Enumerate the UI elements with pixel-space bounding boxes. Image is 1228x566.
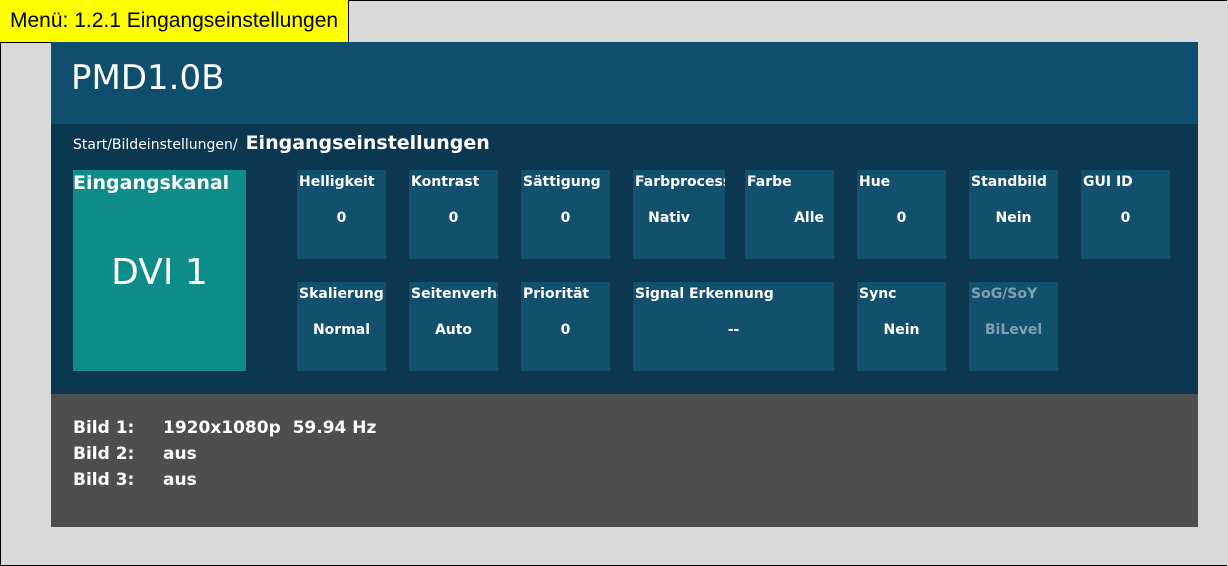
- tile-kontrast[interactable]: Kontrast 0: [409, 170, 498, 259]
- tile-farbe[interactable]: Farbe Alle: [745, 170, 834, 259]
- tile-value: 0: [336, 210, 347, 226]
- tile-value: Alle: [794, 210, 824, 226]
- tile-label: GUI ID: [1083, 174, 1133, 190]
- status-label: Bild 3:: [73, 470, 135, 490]
- app-header: PMD1.0B: [51, 42, 1198, 124]
- app-title: PMD1.0B: [71, 58, 225, 98]
- status-panel: Bild 1: 1920x1080p 59.94 Hz Bild 2: aus Bi…: [51, 394, 1198, 527]
- tile-signal-erkennung[interactable]: Signal Erkennung --: [633, 282, 834, 371]
- tile-value: Nein: [883, 322, 920, 338]
- breadcrumb: Start/Bildeinstellungen/Eingangseinstell…: [73, 132, 490, 154]
- tile-label: Helligkeit: [299, 174, 375, 190]
- tile-label: Standbild: [971, 174, 1047, 190]
- status-row-bild-3: Bild 3: aus: [73, 470, 197, 490]
- tile-standbild[interactable]: Standbild Nein: [969, 170, 1058, 259]
- status-value: 1920x1080p 59.94 Hz: [163, 418, 377, 438]
- status-row-bild-1: Bild 1: 1920x1080p 59.94 Hz: [73, 418, 376, 438]
- tile-gui-id[interactable]: GUI ID 0: [1081, 170, 1170, 259]
- input-channel-label: Eingangskanal: [73, 172, 230, 194]
- tile-label: Skalierung: [299, 286, 384, 302]
- input-channel-tile[interactable]: Eingangskanal DVI 1: [73, 170, 246, 371]
- tile-label: Signal Erkennung: [635, 286, 774, 302]
- tile-value: Normal: [312, 322, 371, 338]
- tile-value: 0: [896, 210, 907, 226]
- tile-label: Hue: [859, 174, 891, 190]
- tile-value: --: [727, 322, 740, 338]
- tile-seitenverhaeltnis[interactable]: Seitenverhältnis Auto: [409, 282, 498, 371]
- tile-value: 0: [560, 322, 571, 338]
- tile-saettigung[interactable]: Sättigung 0: [521, 170, 610, 259]
- menu-caption: Menü: 1.2.1 Eingangseinstellungen: [0, 0, 350, 43]
- tile-label: Priorität: [523, 286, 590, 302]
- tile-label: Farbprocess: [635, 174, 725, 190]
- tile-helligkeit[interactable]: Helligkeit 0: [297, 170, 386, 259]
- status-label: Bild 1:: [73, 418, 135, 438]
- status-value: aus: [163, 444, 197, 464]
- tile-sog-soy: SoG/SoY BiLevel: [969, 282, 1058, 371]
- tile-label: Seitenverhältnis: [411, 286, 498, 302]
- tile-prioritaet[interactable]: Priorität 0: [521, 282, 610, 371]
- breadcrumb-current: Eingangseinstellungen: [245, 132, 490, 154]
- tile-value: Nein: [995, 210, 1032, 226]
- tile-label: Kontrast: [411, 174, 480, 190]
- tile-skalierung[interactable]: Skalierung Normal: [297, 282, 386, 371]
- tile-label: SoG/SoY: [971, 286, 1038, 302]
- tile-value: Auto: [434, 322, 473, 338]
- tile-value: 0: [448, 210, 459, 226]
- tile-label: Sync: [859, 286, 897, 302]
- tile-value: Nativ: [648, 210, 690, 226]
- tile-value: 0: [560, 210, 571, 226]
- tile-farbprocess[interactable]: Farbprocess Nativ: [633, 170, 725, 259]
- input-channel-value: DVI 1: [111, 252, 208, 293]
- status-value: aus: [163, 470, 197, 490]
- settings-panel: Start/Bildeinstellungen/Eingangseinstell…: [51, 124, 1198, 394]
- status-row-bild-2: Bild 2: aus: [73, 444, 197, 464]
- tile-value: BiLevel: [984, 322, 1043, 338]
- breadcrumb-path[interactable]: Start/Bildeinstellungen/: [73, 137, 238, 153]
- tile-value: 0: [1120, 210, 1131, 226]
- tile-sync[interactable]: Sync Nein: [857, 282, 946, 371]
- tile-hue[interactable]: Hue 0: [857, 170, 946, 259]
- tile-label: Farbe: [747, 174, 792, 190]
- device-screen: PMD1.0B Start/Bildeinstellungen/Eingangs…: [51, 42, 1198, 527]
- tile-label: Sättigung: [523, 174, 601, 190]
- status-label: Bild 2:: [73, 444, 135, 464]
